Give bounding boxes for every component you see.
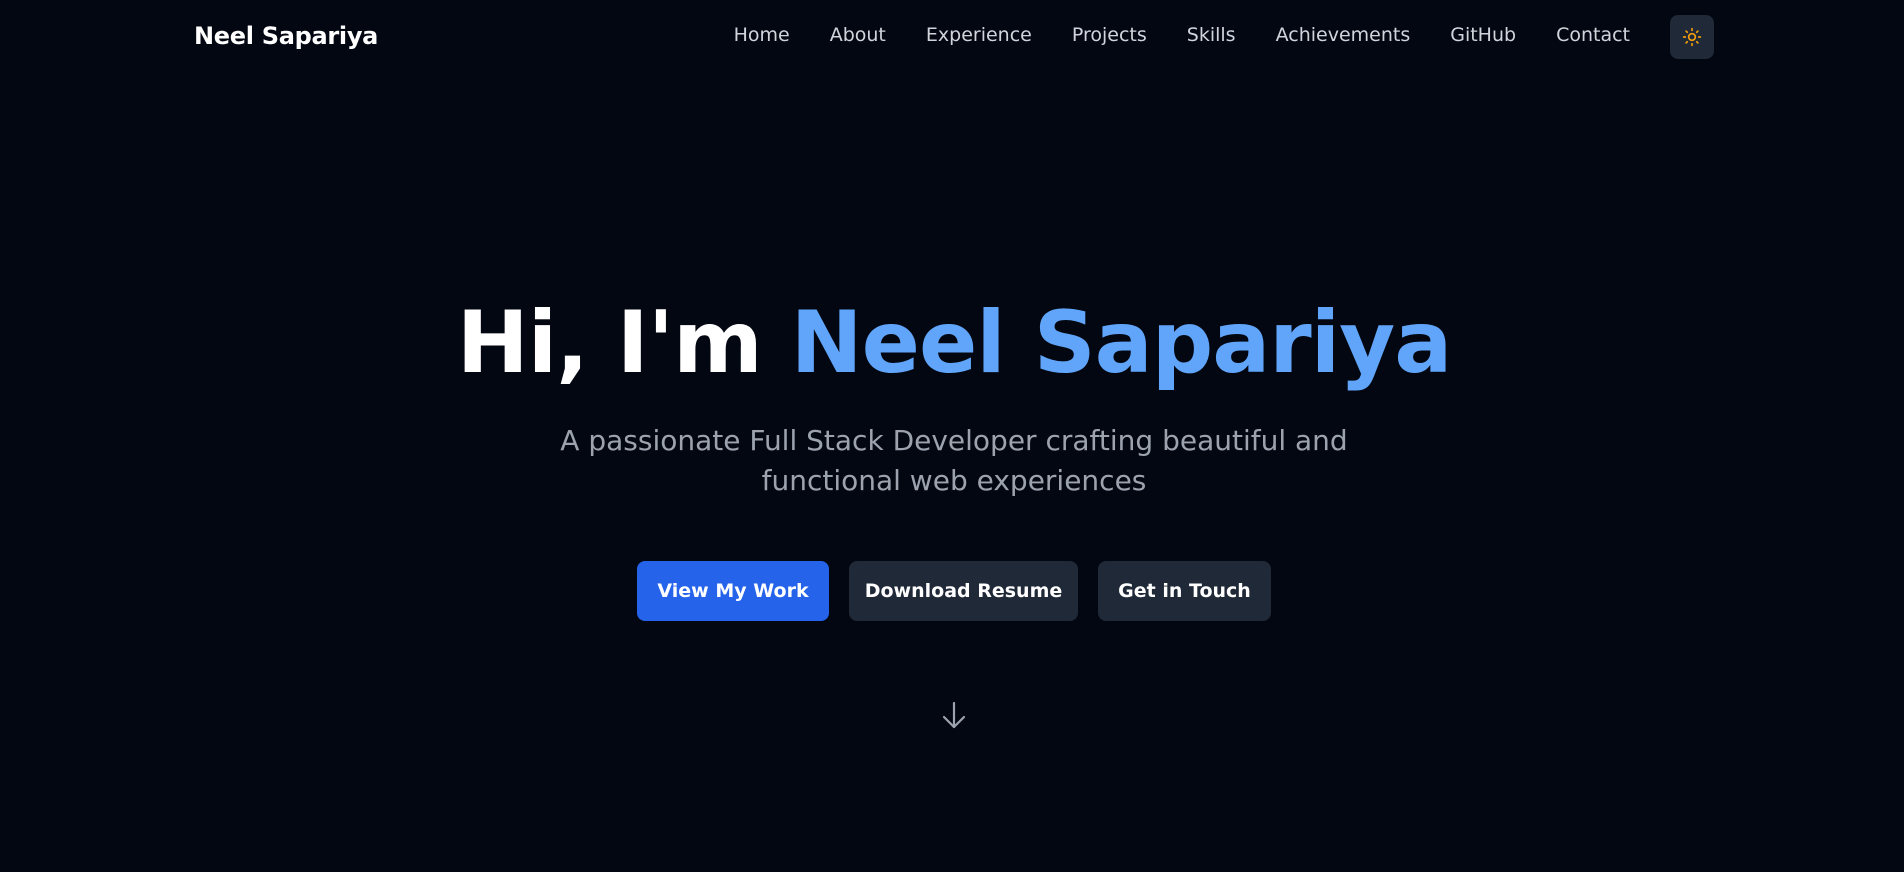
brand-logo[interactable]: Neel Sapariya [194, 22, 378, 50]
download-resume-button[interactable]: Download Resume [849, 561, 1078, 621]
nav-link-skills[interactable]: Skills [1187, 24, 1236, 46]
hero-title: Hi, I'm Neel Sapariya [0, 296, 1904, 391]
nav-link-contact[interactable]: Contact [1556, 24, 1630, 46]
scroll-down-button[interactable] [940, 700, 968, 730]
navbar: Neel Sapariya Home About Experience Proj… [0, 0, 1904, 76]
sun-icon [1682, 27, 1702, 47]
get-in-touch-button[interactable]: Get in Touch [1098, 561, 1271, 621]
nav-link-home[interactable]: Home [734, 24, 790, 46]
nav-link-projects[interactable]: Projects [1072, 24, 1147, 46]
nav-links: Home About Experience Projects Skills Ac… [734, 24, 1630, 46]
arrow-down-icon [942, 701, 966, 729]
hero-name: Neel Sapariya [790, 293, 1453, 393]
page: Neel Sapariya Home About Experience Proj… [0, 0, 1904, 872]
nav-link-achievements[interactable]: Achievements [1276, 24, 1411, 46]
theme-toggle-button[interactable] [1670, 15, 1714, 59]
nav-link-github[interactable]: GitHub [1450, 24, 1516, 46]
nav-link-about[interactable]: About [830, 24, 886, 46]
nav-link-experience[interactable]: Experience [926, 24, 1032, 46]
view-my-work-button[interactable]: View My Work [637, 561, 829, 621]
hero-subtitle: A passionate Full Stack Developer crafti… [560, 424, 1348, 497]
hero-greeting: Hi, I'm [456, 293, 791, 393]
